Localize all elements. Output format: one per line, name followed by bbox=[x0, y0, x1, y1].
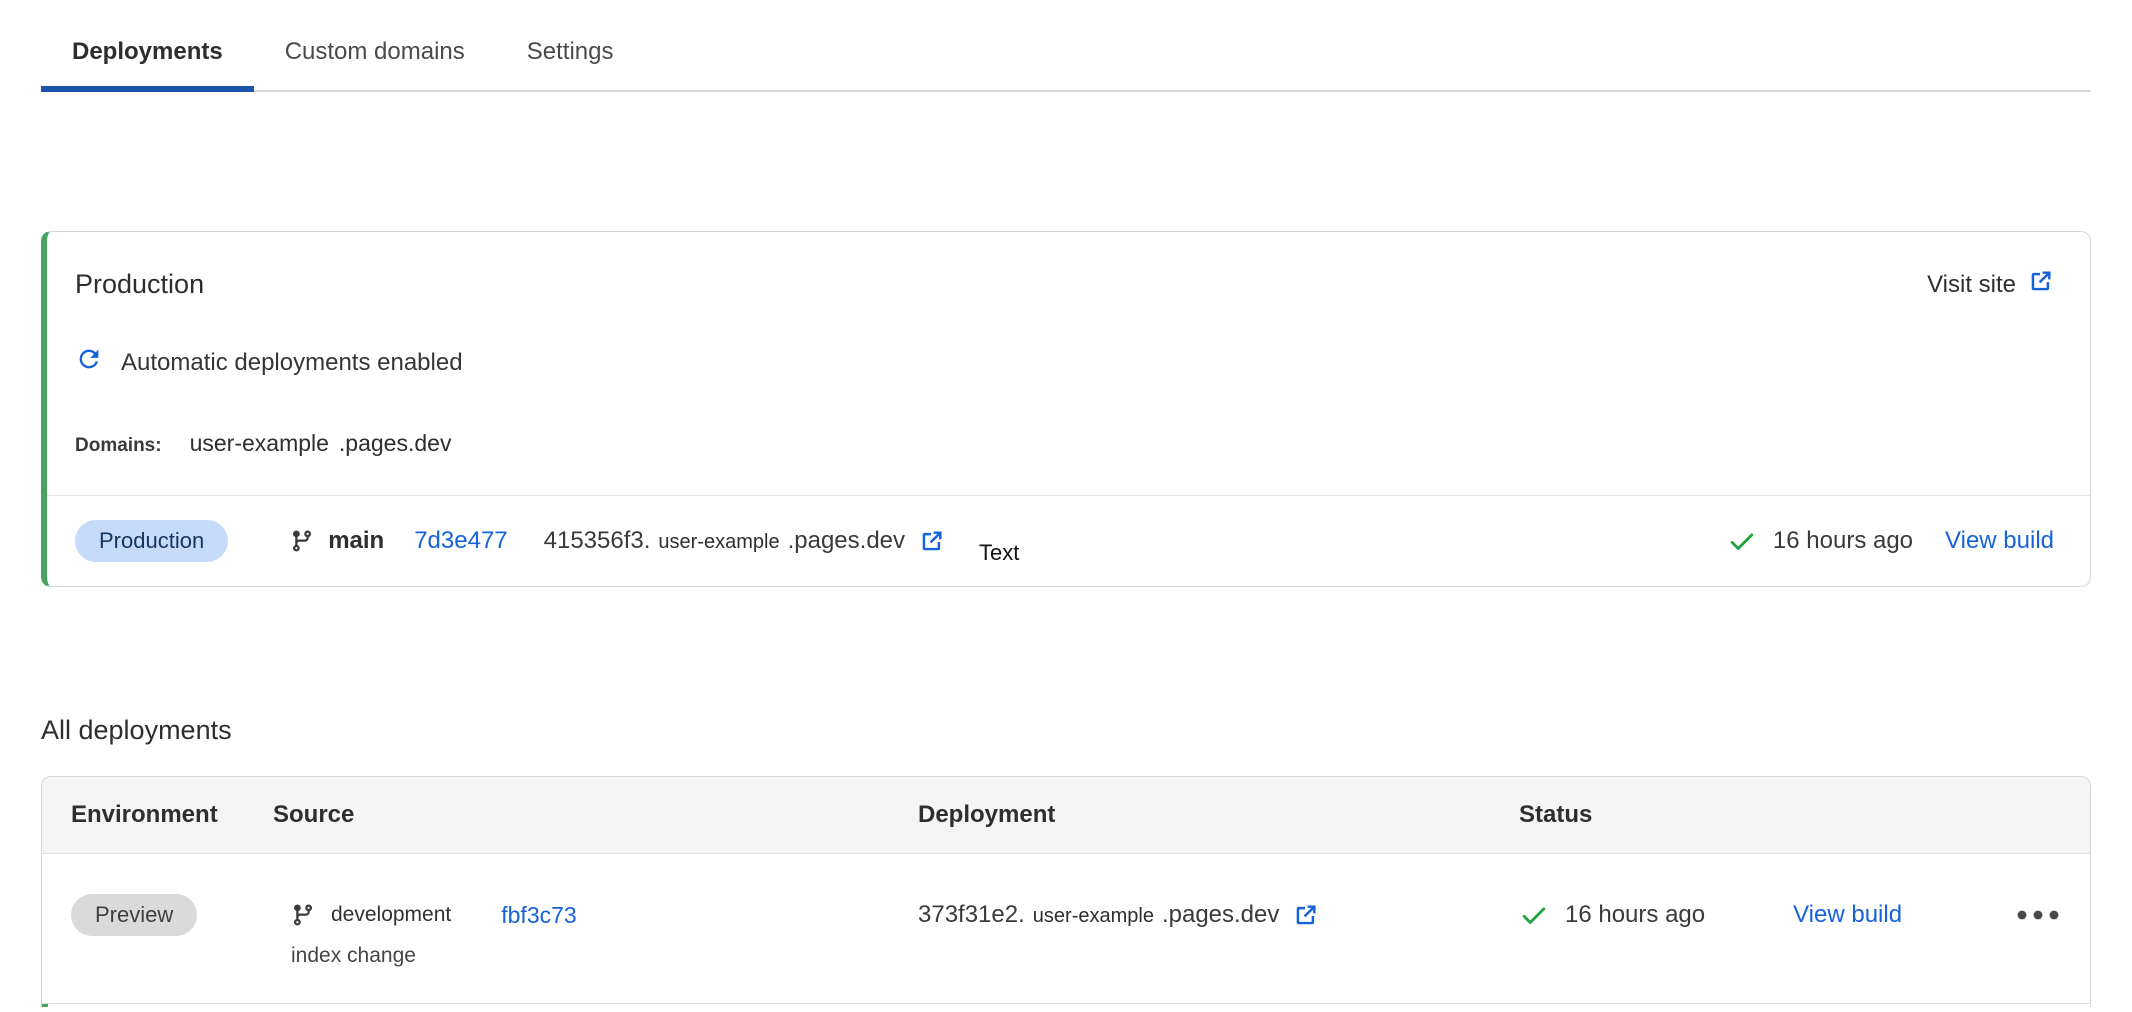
source-cell: development fbf3c73 index change bbox=[273, 894, 918, 968]
visit-site-label: Visit site bbox=[1927, 271, 2016, 299]
deployments-table: Environment Source Deployment Status Pre… bbox=[41, 776, 2091, 1007]
deployment-cell: 373f31e2. user-example .pages.dev bbox=[918, 894, 1519, 936]
production-deployment-row: Production main 7d3e477 415356f3. user-e… bbox=[47, 495, 2090, 586]
deployment-url-project: user-example bbox=[1033, 905, 1154, 928]
tab-custom-domains[interactable]: Custom domains bbox=[254, 30, 496, 90]
commit-sha-link[interactable]: 7d3e477 bbox=[414, 527, 507, 555]
deployment-url-prefix: 415356f3. bbox=[544, 527, 651, 555]
ellipsis-icon bbox=[2017, 910, 2059, 920]
domains-label: Domains: bbox=[75, 435, 162, 457]
external-link-icon bbox=[1293, 902, 1319, 928]
deployment-url-link[interactable]: 373f31e2. user-example .pages.dev bbox=[918, 901, 1319, 929]
next-row-divider bbox=[42, 1003, 2090, 1007]
refresh-icon bbox=[75, 345, 103, 380]
column-header-environment: Environment bbox=[71, 801, 273, 829]
check-icon bbox=[1727, 526, 1757, 556]
deployment-url-prefix: 373f31e2. bbox=[918, 901, 1025, 929]
check-icon bbox=[1519, 900, 1549, 930]
all-deployments-heading: All deployments bbox=[41, 715, 2091, 746]
visit-site-link[interactable]: Visit site bbox=[1927, 268, 2054, 301]
column-header-status: Status bbox=[1519, 801, 2061, 829]
pages-project-page: Deployments Custom domains Settings Prod… bbox=[0, 0, 2132, 1007]
environment-badge: Preview bbox=[71, 894, 197, 936]
deployment-url-link[interactable]: 415356f3. user-example .pages.dev bbox=[544, 527, 945, 555]
environment-cell: Preview bbox=[71, 894, 273, 936]
auto-deployments-status: Automatic deployments enabled bbox=[75, 345, 2054, 380]
deployment-url-suffix: .pages.dev bbox=[1162, 901, 1279, 929]
branch-name: development bbox=[331, 903, 451, 927]
external-link-icon bbox=[919, 528, 945, 554]
commit-message: index change bbox=[291, 944, 918, 968]
branch-name: main bbox=[328, 527, 384, 555]
tab-deployments[interactable]: Deployments bbox=[41, 30, 254, 90]
column-header-source: Source bbox=[273, 801, 918, 829]
production-card: Production Visit site bbox=[41, 231, 2091, 587]
deployment-url-project: user-example bbox=[658, 531, 779, 554]
column-header-deployment: Deployment bbox=[918, 801, 1519, 829]
production-card-title: Production bbox=[75, 269, 204, 300]
commit-note: Text bbox=[979, 540, 1019, 566]
row-menu-button[interactable] bbox=[2015, 904, 2061, 926]
git-branch-icon bbox=[290, 529, 314, 553]
domain-project-name: user-example bbox=[190, 430, 329, 457]
table-header-row: Environment Source Deployment Status bbox=[42, 777, 2090, 854]
tab-bar: Deployments Custom domains Settings bbox=[41, 0, 2091, 92]
domain-suffix: .pages.dev bbox=[339, 430, 452, 457]
next-row-green-border bbox=[42, 1004, 48, 1007]
table-row: Preview development fbf3c73 index change… bbox=[42, 854, 2090, 968]
domains-line: Domains: user-example .pages.dev bbox=[75, 430, 2054, 495]
deployment-url-suffix: .pages.dev bbox=[788, 527, 905, 555]
status-cell: 16 hours ago View build bbox=[1519, 894, 2061, 936]
view-build-link[interactable]: View build bbox=[1945, 527, 2054, 555]
environment-badge: Production bbox=[75, 520, 228, 562]
deployment-time: 16 hours ago bbox=[1565, 901, 1705, 929]
tab-settings[interactable]: Settings bbox=[496, 30, 645, 90]
deployment-time: 16 hours ago bbox=[1773, 527, 1913, 555]
auto-deployments-text: Automatic deployments enabled bbox=[121, 349, 463, 377]
git-branch-icon bbox=[291, 903, 315, 927]
external-link-icon bbox=[2028, 268, 2054, 301]
commit-sha-link[interactable]: fbf3c73 bbox=[501, 902, 576, 929]
view-build-link[interactable]: View build bbox=[1793, 901, 1902, 929]
